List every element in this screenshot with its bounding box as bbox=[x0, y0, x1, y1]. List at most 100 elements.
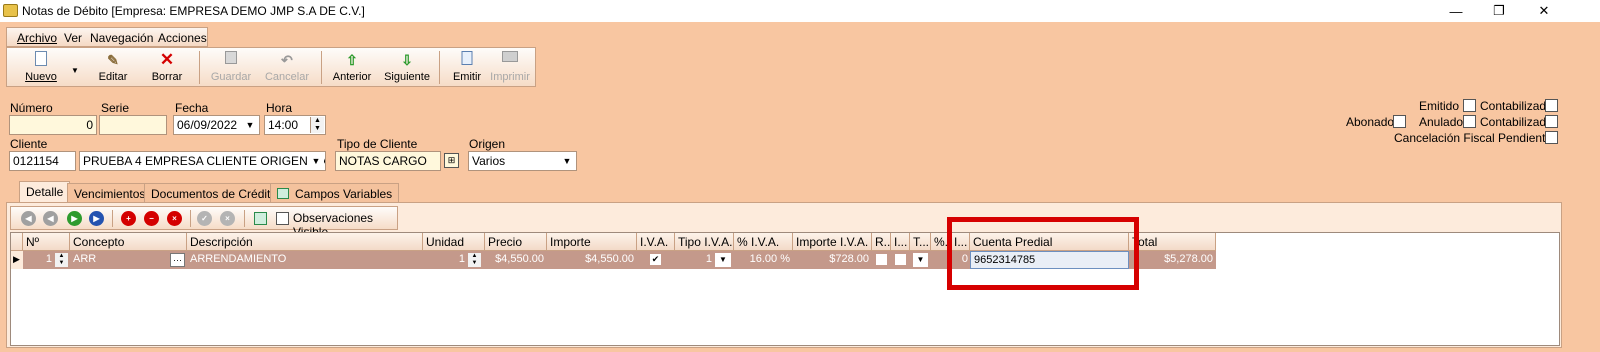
col-precio[interactable]: Precio bbox=[485, 233, 547, 251]
col-concepto[interactable]: Concepto bbox=[70, 233, 187, 251]
origen-label: Origen bbox=[469, 137, 506, 151]
col-r[interactable]: R.. bbox=[872, 233, 891, 251]
tab-vencimientos[interactable]: Vencimientos bbox=[67, 183, 153, 203]
editar-button[interactable]: ✎ Editar bbox=[91, 48, 135, 86]
grid-icon bbox=[277, 188, 289, 199]
next-record-icon[interactable]: ▶ bbox=[67, 211, 82, 226]
edit-icon: ✎ bbox=[107, 51, 119, 68]
hora-spinner[interactable]: ▲ ▼ bbox=[310, 117, 324, 133]
close-button[interactable]: ✕ bbox=[1522, 0, 1566, 22]
col-descripcion[interactable]: Descripción bbox=[187, 233, 423, 251]
chevron-down-icon[interactable]: ▼ bbox=[242, 117, 258, 133]
detail-grid[interactable]: Nº Concepto Descripción Unidad Precio Im… bbox=[10, 232, 1560, 346]
nuevo-button[interactable]: Nuevo bbox=[15, 48, 67, 86]
contabilizado-label-1: Contabilizado bbox=[1480, 99, 1553, 113]
row-indicator-icon: ▶ bbox=[11, 251, 23, 269]
save-icon bbox=[225, 51, 237, 64]
add-row-icon[interactable]: + bbox=[121, 211, 136, 226]
col-num[interactable]: Nº bbox=[23, 233, 70, 251]
nuevo-dropdown[interactable]: ▼ bbox=[69, 48, 81, 86]
remove-row-icon[interactable]: − bbox=[144, 211, 159, 226]
col-indicator bbox=[11, 233, 23, 251]
iva-checkbox[interactable]: ✔ bbox=[650, 254, 661, 265]
col-unidad[interactable]: Unidad bbox=[423, 233, 485, 251]
col-iva[interactable]: I.V.A. bbox=[637, 233, 675, 251]
imprimir-button[interactable]: Imprimir bbox=[489, 48, 531, 86]
cell-pct-iva[interactable]: 16.00 % bbox=[734, 251, 793, 269]
col-t[interactable]: T... bbox=[910, 233, 931, 251]
anterior-button[interactable]: ⇧ Anterior bbox=[327, 48, 377, 86]
new-document-icon bbox=[35, 51, 47, 66]
document-icon bbox=[461, 51, 473, 65]
col-importe-iva[interactable]: Importe I.V.A. bbox=[793, 233, 872, 251]
printer-icon bbox=[502, 51, 518, 62]
cell-importe[interactable]: $4,550.00 bbox=[547, 251, 637, 269]
cliente-label: Cliente bbox=[10, 137, 48, 151]
siguiente-button[interactable]: ⇩ Siguiente bbox=[381, 48, 433, 86]
i-checkbox[interactable] bbox=[895, 254, 906, 265]
chevron-down-icon[interactable]: ▼ bbox=[913, 253, 928, 267]
cancelar-button[interactable]: ↶ Cancelar bbox=[261, 48, 313, 86]
cancel-icon[interactable]: × bbox=[220, 211, 235, 226]
first-record-icon[interactable]: ◀ bbox=[21, 211, 36, 226]
observaciones-checkbox[interactable] bbox=[276, 212, 289, 225]
arrow-down-icon: ⇩ bbox=[401, 51, 413, 68]
cliente-name-select[interactable]: PRUEBA 4 EMPRESA CLIENTE ORIGEN, SALI ▼ bbox=[79, 151, 326, 171]
numero-field[interactable]: 0 bbox=[9, 115, 97, 135]
cell-total[interactable]: $5,278.00 bbox=[1129, 251, 1216, 269]
table-icon[interactable] bbox=[254, 212, 267, 225]
contabilizado-checkbox-1[interactable] bbox=[1545, 99, 1558, 112]
abonado-checkbox[interactable] bbox=[1393, 115, 1406, 128]
ellipsis-button[interactable]: ··· bbox=[170, 253, 185, 267]
maximize-button[interactable]: ❐ bbox=[1477, 0, 1521, 22]
confirm-icon[interactable]: ✓ bbox=[197, 211, 212, 226]
menu-acciones[interactable]: Acciones bbox=[158, 31, 207, 45]
contabilizado-checkbox-2[interactable] bbox=[1545, 115, 1558, 128]
unidad-spinner[interactable]: ▲ ▼ bbox=[468, 253, 481, 267]
tab-campos-variables[interactable]: Campos Variables bbox=[270, 183, 400, 203]
tab-documentos-credito[interactable]: Documentos de Crédito bbox=[144, 183, 285, 203]
delete-row-icon[interactable]: × bbox=[167, 211, 182, 226]
emitir-button[interactable]: Emitir bbox=[447, 48, 487, 86]
tab-detalle[interactable]: Detalle bbox=[19, 181, 71, 204]
menu-navegacion[interactable]: Navegación bbox=[90, 31, 153, 45]
fecha-field[interactable]: 06/09/2022 ▼ bbox=[173, 115, 260, 135]
emitido-checkbox[interactable] bbox=[1463, 99, 1476, 112]
col-importe[interactable]: Importe bbox=[547, 233, 637, 251]
emitido-label: Emitido bbox=[1419, 99, 1460, 113]
menu-ver[interactable]: Ver bbox=[64, 31, 82, 45]
num-spinner[interactable]: ▲ ▼ bbox=[55, 253, 68, 267]
main-toolbar: Nuevo ▼ ✎ Editar ✕ Borrar Guardar ↶ Canc… bbox=[6, 47, 536, 87]
app-folder-icon bbox=[3, 4, 18, 17]
tipo-cliente-label: Tipo de Cliente bbox=[337, 137, 418, 151]
r-checkbox[interactable] bbox=[876, 254, 887, 265]
chevron-down-icon[interactable]: ▼ bbox=[308, 153, 324, 169]
chevron-down-icon[interactable]: ▼ bbox=[559, 153, 575, 169]
lookup-icon[interactable]: ⊞ bbox=[444, 153, 459, 168]
guardar-button[interactable]: Guardar bbox=[207, 48, 255, 86]
numero-label: Número bbox=[10, 101, 53, 115]
prev-record-icon[interactable]: ◀ bbox=[43, 211, 58, 226]
borrar-button[interactable]: ✕ Borrar bbox=[145, 48, 189, 86]
cell-precio[interactable]: $4,550.00 bbox=[485, 251, 547, 269]
serie-field[interactable] bbox=[99, 115, 167, 135]
col-pct-iva[interactable]: % I.V.A. bbox=[734, 233, 793, 251]
col-tipo-iva[interactable]: Tipo I.V.A. bbox=[675, 233, 734, 251]
minimize-button[interactable]: — bbox=[1434, 0, 1478, 22]
origen-select[interactable]: Varios ▼ bbox=[468, 151, 577, 171]
undo-icon: ↶ bbox=[281, 51, 293, 68]
cell-descripcion[interactable]: ARRENDAMIENTO bbox=[187, 251, 423, 269]
anulado-checkbox[interactable] bbox=[1463, 115, 1476, 128]
chevron-down-icon[interactable]: ▼ bbox=[715, 253, 731, 267]
last-record-icon[interactable]: ▶ bbox=[89, 211, 104, 226]
col-total[interactable]: Total bbox=[1129, 233, 1216, 251]
menu-bar: Archivo Ver Navegación Acciones bbox=[6, 27, 208, 47]
cell-importe-iva[interactable]: $728.00 bbox=[793, 251, 872, 269]
cancelacion-checkbox[interactable] bbox=[1545, 131, 1558, 144]
tipo-cliente-field[interactable]: NOTAS CARGO bbox=[335, 151, 441, 171]
hora-field[interactable]: 14:00 ▲ ▼ bbox=[264, 115, 326, 135]
cell-concepto[interactable]: ARR bbox=[70, 251, 170, 269]
cliente-code-field[interactable]: 0121154 bbox=[9, 151, 76, 171]
col-i1[interactable]: I... bbox=[891, 233, 910, 251]
menu-archivo[interactable]: Archivo bbox=[17, 31, 57, 45]
